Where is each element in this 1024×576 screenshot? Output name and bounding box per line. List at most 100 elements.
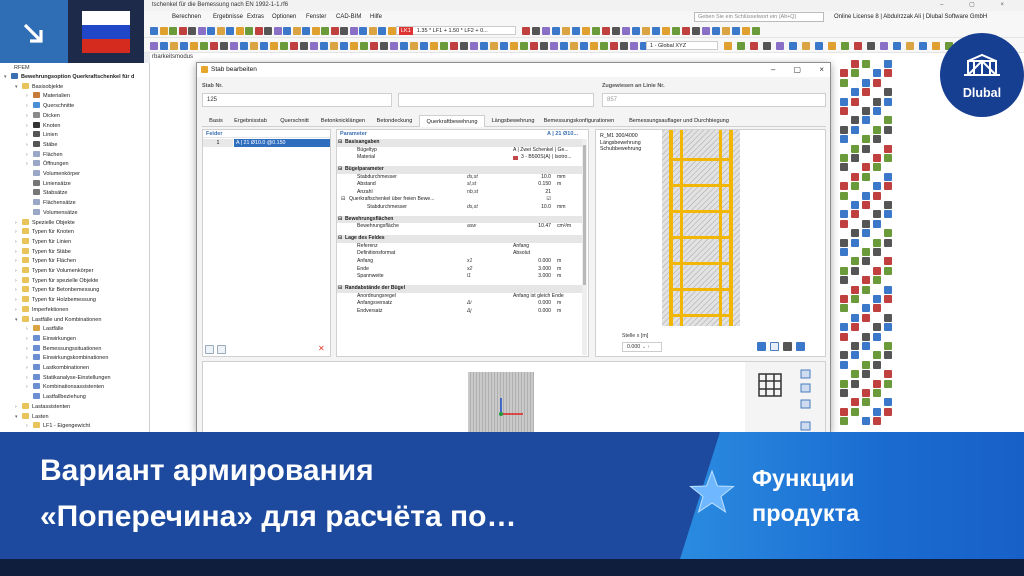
tool-icon[interactable] [873,238,881,247]
tool-icon[interactable] [873,107,881,115]
expand-chevron-icon[interactable]: ▾ [15,316,22,326]
tool-icon[interactable] [884,379,892,388]
parameter-value[interactable]: 21 [545,189,551,197]
minimize-button[interactable]: – [771,65,775,74]
toolbar-button-icon[interactable] [350,42,358,50]
navigator-item[interactable]: › Typen für Stäbe [15,247,71,258]
toolbar-button-icon[interactable] [378,27,386,35]
toolbar-button-icon[interactable] [692,27,700,35]
tool-icon[interactable] [851,323,859,332]
tool-icon[interactable] [862,88,870,97]
toolbar-button-icon[interactable] [250,42,258,50]
expand-chevron-icon[interactable]: › [15,286,22,296]
tool-icon[interactable] [873,163,881,172]
parameter-value[interactable]: 3.000 [538,273,551,281]
parameter-group-header[interactable]: Randabstände der Bügel ⊟ [337,285,583,293]
parameter-value[interactable]: 3 - B500S(A) | Isotro... [521,154,572,162]
toolbar-button-icon[interactable] [682,27,690,35]
tool-icon[interactable] [862,60,870,68]
navigator-item[interactable]: › Kombinationsassistenten [26,383,104,393]
tool-icon[interactable] [851,257,859,266]
tool-icon[interactable] [840,276,848,285]
toolbar-button-icon[interactable] [302,27,310,35]
expand-chevron-icon[interactable]: › [26,325,33,335]
navigator-item[interactable]: › Statikanalyse-Einstellungen [26,373,111,384]
expand-chevron-icon[interactable]: › [26,112,33,122]
expand-chevron-icon[interactable]: › [26,141,33,151]
parameter-row[interactable]: Ende x2 3.000 m [337,266,583,274]
expand-chevron-icon[interactable]: › [26,383,33,393]
toolbar-button-icon[interactable] [570,42,578,50]
toolbar-button-icon[interactable] [622,27,630,35]
tool-icon[interactable] [873,332,881,341]
parameter-value[interactable]: A | Zwei Schenkel | Ge... [513,147,569,155]
toolbar-button-icon[interactable] [880,42,888,50]
tool-icon[interactable] [873,407,881,416]
tool-icon[interactable] [862,248,870,256]
navigator-item[interactable]: Volumensätze [26,208,78,219]
tab[interactable]: Basis [206,115,226,127]
navigator-item[interactable]: › Typen für Betonbemessung [15,286,99,296]
menu-item[interactable]: CAD-BIM [336,11,361,23]
toolbar-button-icon[interactable] [330,42,338,50]
tab[interactable]: Querkraftbewehrung [419,115,485,127]
tool-icon[interactable] [862,370,870,379]
tool-icon[interactable] [862,135,870,144]
expand-chevron-icon[interactable]: › [26,364,33,374]
expand-chevron-icon[interactable]: › [26,160,33,170]
tool-icon[interactable] [840,219,848,228]
toolbar-button-icon[interactable] [180,42,188,50]
toolbar-button-icon[interactable] [672,27,680,35]
navigator-item[interactable]: › Typen für Flächen [15,257,76,267]
tool-icon[interactable] [851,370,859,379]
tool-icon[interactable] [884,201,892,209]
toolbar-button-icon[interactable] [540,42,548,50]
expand-chevron-icon[interactable]: › [26,102,33,112]
toolbar-button-icon[interactable] [919,42,927,50]
toolbar-button-icon[interactable] [532,27,540,35]
parameter-row[interactable]: Endversatz Δj 0.000 m [337,308,583,316]
tool-icon[interactable] [873,191,881,200]
tool-icon[interactable] [873,417,881,426]
load-case-select[interactable]: LK1 1.35 * LF1 + 1.50 * LF2 + 0... [396,26,516,35]
toolbar-button-icon[interactable] [380,42,388,50]
toolbar-button-icon[interactable] [750,42,758,50]
navigator-item[interactable]: › Einwirkungen [26,334,76,345]
navigator-item[interactable]: Flächensätze [26,199,76,209]
tool-icon[interactable] [840,323,848,332]
tool-icon[interactable] [873,97,881,106]
tool-icon[interactable] [884,154,892,162]
navigator-item[interactable]: › Querschnitte [26,102,74,112]
toolbar-button-icon[interactable] [522,27,530,35]
tool-icon[interactable] [884,285,892,294]
tool-icon[interactable] [873,360,881,369]
toolbar-button-icon[interactable] [828,42,836,50]
tool-icon[interactable] [851,97,859,106]
tool-icon[interactable] [840,154,848,162]
toolbar-button-icon[interactable] [592,27,600,35]
parameter-value[interactable]: ☑ [546,196,551,204]
toolbar-button-icon[interactable] [368,27,377,35]
expand-chevron-icon[interactable]: ▾ [15,83,22,93]
toolbar-button-icon[interactable] [470,42,478,50]
toolbar-button-icon[interactable] [387,27,396,35]
tool-icon[interactable] [884,238,892,247]
parameter-row[interactable]: Spannweite l1 3.000 m [337,273,583,281]
navigator-item[interactable]: › Spezielle Objekte [15,218,75,229]
toolbar-button-icon[interactable] [612,27,620,35]
toolbar-button-icon[interactable] [330,27,339,35]
toolbar-button-icon[interactable] [160,42,168,50]
navigator-item[interactable]: › Einwirkungskombinationen [26,354,108,364]
parameter-row[interactable]: Anfangsversatz Δi 0.000 m [337,300,583,308]
navigator-item[interactable]: › Lastkombinationen [26,364,89,374]
tool-icon[interactable] [840,210,848,219]
parameter-value[interactable]: Absolut [513,250,530,258]
parameter-value[interactable]: 0.000 [538,300,551,308]
tool-icon[interactable] [862,229,870,238]
toolbar-button-icon[interactable] [893,42,901,50]
expand-chevron-icon[interactable]: › [15,228,22,238]
toolbar-button-icon[interactable] [450,42,458,50]
toolbar-button-icon[interactable] [235,27,244,35]
toolbar-button-icon[interactable] [600,42,608,50]
collapse-icon[interactable]: ⊟ [341,196,345,204]
